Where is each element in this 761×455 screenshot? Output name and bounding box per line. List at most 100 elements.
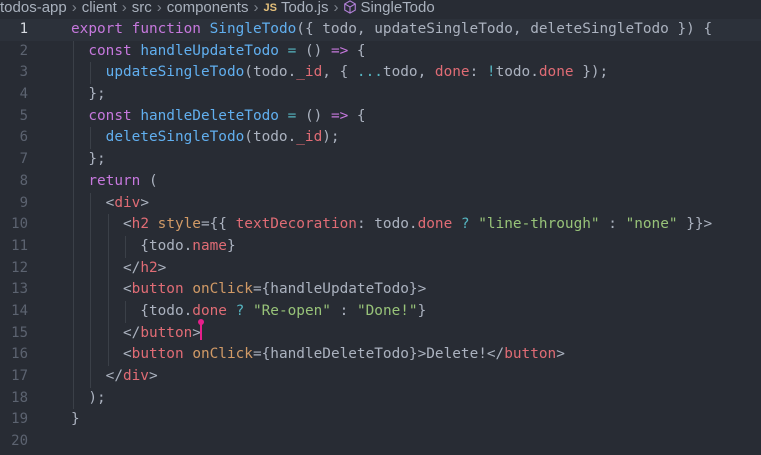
code-text: }; bbox=[71, 149, 105, 171]
code-line[interactable]: 1 export function SingleTodo({ todo, upda… bbox=[0, 19, 761, 41]
code-token: function bbox=[131, 21, 210, 37]
code-line[interactable]: 18 ); bbox=[0, 387, 761, 410]
code-line[interactable]: 12 </h2> bbox=[0, 257, 761, 280]
code-token: </ bbox=[71, 324, 141, 341]
code-token: (todo. bbox=[244, 129, 297, 146]
code-token: textDecoration bbox=[235, 216, 357, 233]
code-token: { bbox=[348, 42, 366, 59]
code-token: } bbox=[226, 237, 236, 254]
code-token: onClick bbox=[192, 281, 253, 298]
code-token: > bbox=[148, 368, 158, 384]
code-line[interactable]: 4 }; bbox=[0, 84, 761, 106]
code-line[interactable]: 3 updateSingleTodo(todo._id, { ...todo, … bbox=[0, 62, 761, 85]
code-token: "none" bbox=[625, 216, 678, 233]
code-line[interactable]: 7 }; bbox=[0, 149, 761, 171]
code-token: ( bbox=[148, 172, 158, 189]
code-line[interactable]: 13 <button onClick={handleUpdateTodo}> bbox=[0, 279, 761, 301]
code-token: </ bbox=[71, 368, 123, 384]
code-token: "line-through" bbox=[478, 216, 600, 233]
code-token: > bbox=[157, 259, 167, 276]
code-token: button bbox=[140, 324, 193, 341]
code-token: done bbox=[538, 64, 574, 81]
breadcrumb-item-components[interactable]: components bbox=[167, 0, 249, 16]
code-line[interactable]: 16 <button onClick={handleDeleteTodo}>De… bbox=[0, 344, 761, 366]
code-line[interactable]: 19} bbox=[0, 409, 761, 431]
code-token: } bbox=[71, 411, 80, 428]
code-token: todo. bbox=[495, 64, 539, 81]
code-token: => bbox=[330, 42, 349, 59]
code-token: "Done!" bbox=[356, 302, 418, 319]
code-line[interactable]: 6 deleteSingleTodo(todo._id); bbox=[0, 127, 761, 150]
code-token: h2 bbox=[131, 216, 149, 233]
js-file-icon: JS bbox=[263, 2, 277, 14]
code-token: : bbox=[469, 64, 487, 81]
code-token: } bbox=[417, 302, 427, 319]
code-text: ); bbox=[71, 388, 106, 410]
code-token: style bbox=[157, 216, 201, 233]
code-token: ? bbox=[235, 302, 245, 319]
line-number: 13 bbox=[11, 281, 28, 298]
code-token: > bbox=[140, 194, 149, 211]
code-token: return bbox=[71, 172, 149, 189]
code-token: < bbox=[71, 346, 132, 363]
code-token: { bbox=[348, 107, 366, 124]
line-number: 11 bbox=[11, 237, 28, 254]
code-token: ={handleDeleteTodo}>Delete!</ bbox=[252, 346, 505, 363]
code-token: deleteSingleTodo bbox=[71, 129, 245, 146]
code-line[interactable]: 15 </button> bbox=[0, 322, 761, 345]
code-text: deleteSingleTodo(todo._id); bbox=[71, 127, 340, 149]
code-line[interactable]: 20 bbox=[0, 431, 761, 453]
code-token: ! bbox=[486, 64, 496, 81]
line-number: 3 bbox=[19, 64, 28, 81]
line-number: 7 bbox=[19, 151, 28, 168]
chevron-right-icon: › bbox=[71, 0, 77, 16]
code-text: } bbox=[71, 409, 80, 431]
code-token: , { bbox=[322, 64, 357, 81]
code-line[interactable]: 14 {todo.done ? "Re-open" : "Done!"} bbox=[0, 300, 761, 323]
code-line[interactable]: 10 <h2 style={{ textDecoration: todo.don… bbox=[0, 214, 761, 236]
code-text: <div> bbox=[71, 193, 149, 215]
code-token: (todo. bbox=[244, 64, 297, 81]
code-token: ? bbox=[460, 216, 470, 233]
code-token: {todo. bbox=[71, 302, 193, 319]
code-line[interactable]: 8 return ( bbox=[0, 170, 761, 193]
code-token: < bbox=[71, 216, 132, 233]
code-token: "Re-open" bbox=[252, 302, 331, 319]
code-line[interactable]: 9 <div> bbox=[0, 192, 761, 215]
code-token: = bbox=[287, 107, 297, 124]
code-token: onClick bbox=[192, 346, 253, 363]
code-line[interactable]: 5 const handleDeleteTodo = () => { bbox=[0, 105, 761, 128]
code-token: todo, bbox=[382, 64, 435, 81]
code-line[interactable]: 17 </div> bbox=[0, 366, 761, 388]
line-number: 5 bbox=[19, 107, 28, 124]
code-line[interactable]: 2 const handleUpdateTodo = () => { bbox=[0, 40, 761, 63]
code-text: < button onClick={handleDeleteTodo}>Delet… bbox=[71, 344, 565, 366]
code-text: <h2 style={{ textDecoration: todo.done ?… bbox=[71, 214, 712, 236]
code-token: ); bbox=[71, 389, 106, 406]
symbol-cube-icon bbox=[344, 0, 357, 14]
breadcrumb-item-root[interactable]: todos-app bbox=[0, 0, 67, 16]
code-token: < bbox=[71, 194, 115, 211]
chevron-right-icon: › bbox=[333, 0, 339, 16]
breadcrumb-item-client[interactable]: client bbox=[82, 0, 117, 16]
code-token: ={handleUpdateTodo}> bbox=[252, 281, 427, 298]
code-token: ); bbox=[322, 129, 340, 146]
line-number: 18 bbox=[11, 389, 28, 406]
breadcrumb-item-file[interactable]: Todo.js bbox=[281, 0, 329, 16]
line-number: 6 bbox=[19, 129, 28, 146]
code-token: button bbox=[504, 346, 557, 363]
code-token: > bbox=[556, 346, 565, 363]
code-token: div bbox=[122, 368, 149, 384]
code-token: handleUpdateTodo bbox=[140, 42, 279, 59]
breadcrumb-item-src[interactable]: src bbox=[132, 0, 152, 16]
code-text: <button onClick={handleUpdateTodo}> bbox=[71, 279, 426, 301]
code-editor[interactable]: 1 export function SingleTodo({ todo, upda… bbox=[0, 19, 761, 453]
breadcrumb-item-symbol[interactable]: SingleTodo bbox=[360, 0, 434, 16]
chevron-right-icon: › bbox=[156, 0, 162, 16]
code-line[interactable]: 11 {todo.name} bbox=[0, 235, 761, 258]
